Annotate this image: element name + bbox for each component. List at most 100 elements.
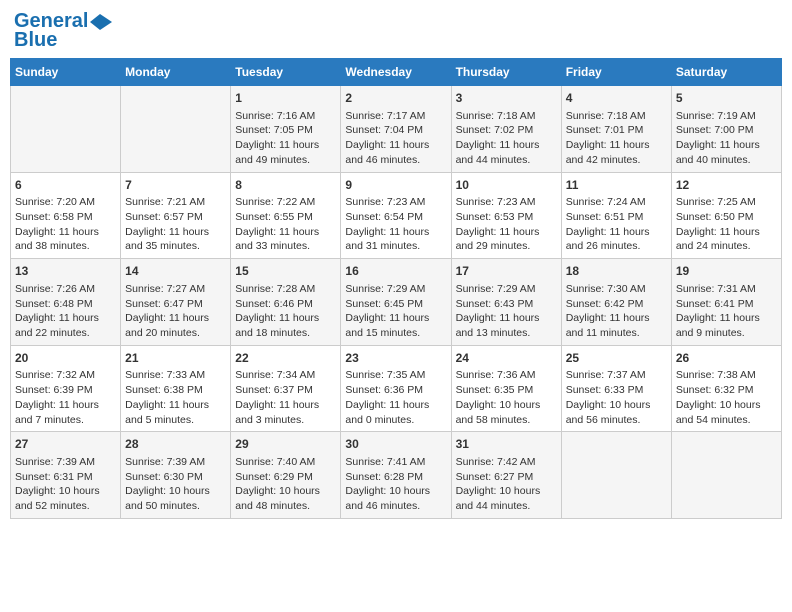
day-info: Sunrise: 7:30 AM Sunset: 6:42 PM Dayligh…	[566, 282, 667, 341]
day-info: Sunrise: 7:29 AM Sunset: 6:45 PM Dayligh…	[345, 282, 446, 341]
day-info: Sunrise: 7:32 AM Sunset: 6:39 PM Dayligh…	[15, 368, 116, 427]
day-cell: 10Sunrise: 7:23 AM Sunset: 6:53 PM Dayli…	[451, 172, 561, 259]
day-cell: 22Sunrise: 7:34 AM Sunset: 6:37 PM Dayli…	[231, 345, 341, 432]
day-number: 31	[456, 436, 557, 453]
day-info: Sunrise: 7:31 AM Sunset: 6:41 PM Dayligh…	[676, 282, 777, 341]
day-number: 5	[676, 90, 777, 107]
day-cell: 20Sunrise: 7:32 AM Sunset: 6:39 PM Dayli…	[11, 345, 121, 432]
day-number: 14	[125, 263, 226, 280]
day-cell: 26Sunrise: 7:38 AM Sunset: 6:32 PM Dayli…	[671, 345, 781, 432]
day-info: Sunrise: 7:21 AM Sunset: 6:57 PM Dayligh…	[125, 195, 226, 254]
day-cell: 7Sunrise: 7:21 AM Sunset: 6:57 PM Daylig…	[121, 172, 231, 259]
week-row-1: 1 Sunrise: 7:16 AM Sunset: 7:05 PM Daylig…	[11, 86, 782, 173]
day-number: 6	[15, 177, 116, 194]
day-info: Sunrise: 7:18 AM Sunset: 7:01 PM Dayligh…	[566, 109, 667, 168]
day-info: Sunrise: 7:19 AM Sunset: 7:00 PM Dayligh…	[676, 109, 777, 168]
header-cell-saturday: Saturday	[671, 59, 781, 86]
day-cell: 8Sunrise: 7:22 AM Sunset: 6:55 PM Daylig…	[231, 172, 341, 259]
day-info: Sunrise: 7:20 AM Sunset: 6:58 PM Dayligh…	[15, 195, 116, 254]
day-info: Sunrise: 7:37 AM Sunset: 6:33 PM Dayligh…	[566, 368, 667, 427]
day-cell: 24Sunrise: 7:36 AM Sunset: 6:35 PM Dayli…	[451, 345, 561, 432]
day-cell: 6Sunrise: 7:20 AM Sunset: 6:58 PM Daylig…	[11, 172, 121, 259]
day-info: Sunrise: 7:28 AM Sunset: 6:46 PM Dayligh…	[235, 282, 336, 341]
day-info: Sunrise: 7:25 AM Sunset: 6:50 PM Dayligh…	[676, 195, 777, 254]
day-cell: 3Sunrise: 7:18 AM Sunset: 7:02 PM Daylig…	[451, 86, 561, 173]
day-info: Sunrise: 7:39 AM Sunset: 6:30 PM Dayligh…	[125, 455, 226, 514]
day-cell: 11Sunrise: 7:24 AM Sunset: 6:51 PM Dayli…	[561, 172, 671, 259]
day-number: 17	[456, 263, 557, 280]
day-cell: 16 Sunrise: 7:29 AM Sunset: 6:45 PM Dayli…	[341, 259, 451, 346]
day-number: 30	[345, 436, 446, 453]
day-info: Sunrise: 7:16 AM Sunset: 7:05 PM Dayligh…	[235, 109, 336, 168]
header-cell-tuesday: Tuesday	[231, 59, 341, 86]
day-info: Sunrise: 7:22 AM Sunset: 6:55 PM Dayligh…	[235, 195, 336, 254]
day-number: 4	[566, 90, 667, 107]
day-number: 3	[456, 90, 557, 107]
day-number: 10	[456, 177, 557, 194]
header-cell-friday: Friday	[561, 59, 671, 86]
day-number: 13	[15, 263, 116, 280]
calendar-body: 1 Sunrise: 7:16 AM Sunset: 7:05 PM Daylig…	[11, 86, 782, 519]
day-cell: 28 Sunrise: 7:39 AM Sunset: 6:30 PM Dayli…	[121, 432, 231, 519]
day-number: 20	[15, 350, 116, 367]
day-cell: 15 Sunrise: 7:28 AM Sunset: 6:46 PM Dayli…	[231, 259, 341, 346]
day-cell: 25Sunrise: 7:37 AM Sunset: 6:33 PM Dayli…	[561, 345, 671, 432]
day-info: Sunrise: 7:35 AM Sunset: 6:36 PM Dayligh…	[345, 368, 446, 427]
day-cell: 14 Sunrise: 7:27 AM Sunset: 6:47 PM Dayli…	[121, 259, 231, 346]
calendar-table: SundayMondayTuesdayWednesdayThursdayFrid…	[10, 58, 782, 519]
day-number: 11	[566, 177, 667, 194]
day-number: 27	[15, 436, 116, 453]
header-cell-thursday: Thursday	[451, 59, 561, 86]
day-number: 9	[345, 177, 446, 194]
week-row-4: 20Sunrise: 7:32 AM Sunset: 6:39 PM Dayli…	[11, 345, 782, 432]
day-number: 1	[235, 90, 336, 107]
day-number: 25	[566, 350, 667, 367]
day-cell	[121, 86, 231, 173]
day-info: Sunrise: 7:23 AM Sunset: 6:53 PM Dayligh…	[456, 195, 557, 254]
day-info: Sunrise: 7:24 AM Sunset: 6:51 PM Dayligh…	[566, 195, 667, 254]
week-row-5: 27Sunrise: 7:39 AM Sunset: 6:31 PM Dayli…	[11, 432, 782, 519]
day-number: 19	[676, 263, 777, 280]
week-row-2: 6Sunrise: 7:20 AM Sunset: 6:58 PM Daylig…	[11, 172, 782, 259]
day-number: 15	[235, 263, 336, 280]
day-info: Sunrise: 7:42 AM Sunset: 6:27 PM Dayligh…	[456, 455, 557, 514]
day-cell	[11, 86, 121, 173]
day-info: Sunrise: 7:36 AM Sunset: 6:35 PM Dayligh…	[456, 368, 557, 427]
header-cell-wednesday: Wednesday	[341, 59, 451, 86]
day-number: 12	[676, 177, 777, 194]
day-info: Sunrise: 7:41 AM Sunset: 6:28 PM Dayligh…	[345, 455, 446, 514]
day-info: Sunrise: 7:17 AM Sunset: 7:04 PM Dayligh…	[345, 109, 446, 168]
day-info: Sunrise: 7:40 AM Sunset: 6:29 PM Dayligh…	[235, 455, 336, 514]
day-cell: 21Sunrise: 7:33 AM Sunset: 6:38 PM Dayli…	[121, 345, 231, 432]
day-number: 24	[456, 350, 557, 367]
day-cell: 17Sunrise: 7:29 AM Sunset: 6:43 PM Dayli…	[451, 259, 561, 346]
day-cell: 19 Sunrise: 7:31 AM Sunset: 6:41 PM Dayli…	[671, 259, 781, 346]
header-cell-sunday: Sunday	[11, 59, 121, 86]
week-row-3: 13Sunrise: 7:26 AM Sunset: 6:48 PM Dayli…	[11, 259, 782, 346]
calendar-header: SundayMondayTuesdayWednesdayThursdayFrid…	[11, 59, 782, 86]
header-cell-monday: Monday	[121, 59, 231, 86]
day-number: 8	[235, 177, 336, 194]
day-cell: 12Sunrise: 7:25 AM Sunset: 6:50 PM Dayli…	[671, 172, 781, 259]
day-info: Sunrise: 7:27 AM Sunset: 6:47 PM Dayligh…	[125, 282, 226, 341]
day-info: Sunrise: 7:34 AM Sunset: 6:37 PM Dayligh…	[235, 368, 336, 427]
day-info: Sunrise: 7:23 AM Sunset: 6:54 PM Dayligh…	[345, 195, 446, 254]
day-number: 23	[345, 350, 446, 367]
day-cell: 9Sunrise: 7:23 AM Sunset: 6:54 PM Daylig…	[341, 172, 451, 259]
day-info: Sunrise: 7:33 AM Sunset: 6:38 PM Dayligh…	[125, 368, 226, 427]
day-cell	[671, 432, 781, 519]
day-cell: 13Sunrise: 7:26 AM Sunset: 6:48 PM Dayli…	[11, 259, 121, 346]
day-cell: 4 Sunrise: 7:18 AM Sunset: 7:01 PM Daylig…	[561, 86, 671, 173]
logo: General Blue	[14, 10, 112, 52]
logo-icon	[90, 14, 112, 30]
day-cell: 27Sunrise: 7:39 AM Sunset: 6:31 PM Dayli…	[11, 432, 121, 519]
day-number: 22	[235, 350, 336, 367]
day-cell: 30 Sunrise: 7:41 AM Sunset: 6:28 PM Dayli…	[341, 432, 451, 519]
page-header: General Blue	[10, 10, 782, 52]
day-cell: 2Sunrise: 7:17 AM Sunset: 7:04 PM Daylig…	[341, 86, 451, 173]
day-number: 7	[125, 177, 226, 194]
day-number: 16	[345, 263, 446, 280]
day-cell: 1 Sunrise: 7:16 AM Sunset: 7:05 PM Daylig…	[231, 86, 341, 173]
day-number: 28	[125, 436, 226, 453]
day-info: Sunrise: 7:38 AM Sunset: 6:32 PM Dayligh…	[676, 368, 777, 427]
